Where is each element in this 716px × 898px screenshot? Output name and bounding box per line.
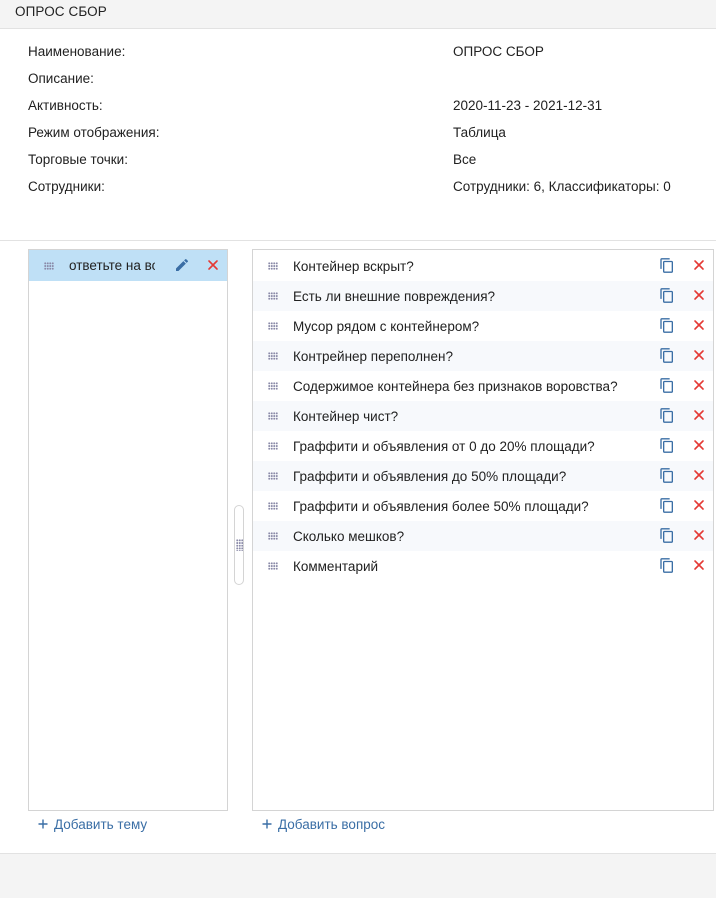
- footer-bar: [0, 853, 716, 898]
- drag-handle-icon[interactable]: [44, 262, 54, 270]
- copy-icon[interactable]: [659, 257, 675, 274]
- info-value: Все: [453, 152, 477, 167]
- topic-item[interactable]: ответьте на вопросы: [29, 250, 227, 281]
- drag-handle-icon[interactable]: [268, 562, 278, 570]
- drag-handle-icon[interactable]: [268, 262, 278, 270]
- close-icon[interactable]: [692, 528, 706, 542]
- copy-icon[interactable]: [659, 437, 675, 454]
- close-icon[interactable]: [206, 258, 220, 272]
- question-label: Контейнер вскрыт?: [293, 259, 414, 274]
- plus-icon: [38, 819, 48, 829]
- question-label: Мусор рядом с контейнером?: [293, 319, 480, 334]
- question-row[interactable]: Контейнер чист?: [253, 401, 713, 431]
- copy-icon[interactable]: [659, 557, 675, 574]
- topics-panel: ответьте на вопросы: [28, 249, 228, 811]
- info-value: Сотрудники: 6, Классификаторы: 0: [453, 179, 671, 194]
- title-bar: ОПРОС СБОР: [0, 0, 716, 29]
- copy-icon[interactable]: [659, 287, 675, 304]
- drag-handle-icon[interactable]: [268, 442, 278, 450]
- info-value: 2020-11-23 - 2021-12-31: [453, 98, 603, 113]
- page-title: ОПРОС СБОР: [15, 4, 107, 19]
- question-row[interactable]: Граффити и объявления более 50% площади?: [253, 491, 713, 521]
- question-label: Комментарий: [293, 559, 379, 574]
- copy-icon[interactable]: [659, 497, 675, 514]
- question-label: Сколько мешков?: [293, 529, 405, 544]
- close-icon[interactable]: [692, 498, 706, 512]
- question-label: Содержимое контейнера без признаков воро…: [293, 379, 618, 394]
- close-icon[interactable]: [692, 288, 706, 302]
- question-row[interactable]: Сколько мешков?: [253, 521, 713, 551]
- drag-handle-icon[interactable]: [268, 532, 278, 540]
- question-label: Контейнер чист?: [293, 409, 399, 424]
- question-label: Граффити и объявления более 50% площади?: [293, 499, 589, 514]
- question-row[interactable]: Граффити и объявления до 50% площади?: [253, 461, 713, 491]
- info-label: Сотрудники:: [28, 179, 105, 194]
- question-label: Граффити и объявления от 0 до 20% площад…: [293, 439, 595, 454]
- question-row[interactable]: Граффити и объявления от 0 до 20% площад…: [253, 431, 713, 461]
- close-icon[interactable]: [692, 318, 706, 332]
- drag-handle-icon[interactable]: [268, 292, 278, 300]
- plus-icon: [262, 819, 272, 829]
- info-label: Торговые точки:: [28, 152, 128, 167]
- copy-icon[interactable]: [659, 377, 675, 394]
- info-row-display-mode: Режим отображения: Таблица: [0, 121, 716, 148]
- add-question-label: Добавить вопрос: [278, 817, 386, 832]
- question-label: Контрейнер переполнен?: [293, 349, 453, 364]
- pencil-icon[interactable]: [174, 257, 190, 273]
- close-icon[interactable]: [692, 408, 706, 422]
- close-icon[interactable]: [692, 558, 706, 572]
- question-label: Есть ли внешние повреждения?: [293, 289, 496, 304]
- info-row-employees: Сотрудники: Сотрудники: 6, Классификатор…: [0, 175, 716, 202]
- info-value: ОПРОС СБОР: [453, 44, 544, 59]
- topic-label: ответьте на вопросы: [69, 258, 155, 273]
- question-row[interactable]: Комментарий: [253, 551, 713, 581]
- drag-handle-icon[interactable]: [268, 382, 278, 390]
- question-label: Граффити и объявления до 50% площади?: [293, 469, 567, 484]
- drag-handle-icon[interactable]: [268, 322, 278, 330]
- info-label: Активность:: [28, 98, 103, 113]
- info-row-name: Наименование: ОПРОС СБОР: [0, 40, 716, 67]
- drag-handle-icon[interactable]: [268, 472, 278, 480]
- drag-handle-icon[interactable]: [268, 352, 278, 360]
- copy-icon[interactable]: [659, 317, 675, 334]
- drag-handle-icon[interactable]: [268, 502, 278, 510]
- survey-info: Наименование: ОПРОС СБОР Описание: Актив…: [0, 40, 716, 202]
- copy-icon[interactable]: [659, 467, 675, 484]
- questions-panel: Контейнер вскрыт? Есть ли внешние повреж…: [252, 249, 714, 811]
- add-question-button[interactable]: Добавить вопрос: [262, 817, 385, 832]
- add-topic-button[interactable]: Добавить тему: [38, 817, 147, 832]
- info-row-description: Описание:: [0, 67, 716, 94]
- info-label: Наименование:: [28, 44, 126, 59]
- question-row[interactable]: Есть ли внешние повреждения?: [253, 281, 713, 311]
- copy-icon[interactable]: [659, 527, 675, 544]
- close-icon[interactable]: [692, 258, 706, 272]
- info-label: Режим отображения:: [28, 125, 160, 140]
- copy-icon[interactable]: [659, 347, 675, 364]
- divider: [0, 240, 716, 241]
- info-row-activity: Активность: 2020-11-23 - 2021-12-31: [0, 94, 716, 121]
- question-row[interactable]: Мусор рядом с контейнером?: [253, 311, 713, 341]
- close-icon[interactable]: [692, 438, 706, 452]
- drag-handle-icon[interactable]: [268, 412, 278, 420]
- close-icon[interactable]: [692, 468, 706, 482]
- question-row[interactable]: Контейнер вскрыт?: [253, 251, 713, 281]
- close-icon[interactable]: [692, 378, 706, 392]
- info-label: Описание:: [28, 71, 94, 86]
- panel-splitter[interactable]: [234, 505, 244, 585]
- add-topic-label: Добавить тему: [54, 817, 148, 832]
- question-row[interactable]: Содержимое контейнера без признаков воро…: [253, 371, 713, 401]
- drag-handle-icon: [236, 539, 243, 551]
- copy-icon[interactable]: [659, 407, 675, 424]
- question-row[interactable]: Контрейнер переполнен?: [253, 341, 713, 371]
- close-icon[interactable]: [692, 348, 706, 362]
- info-value: Таблица: [453, 125, 506, 140]
- info-row-outlets: Торговые точки: Все: [0, 148, 716, 175]
